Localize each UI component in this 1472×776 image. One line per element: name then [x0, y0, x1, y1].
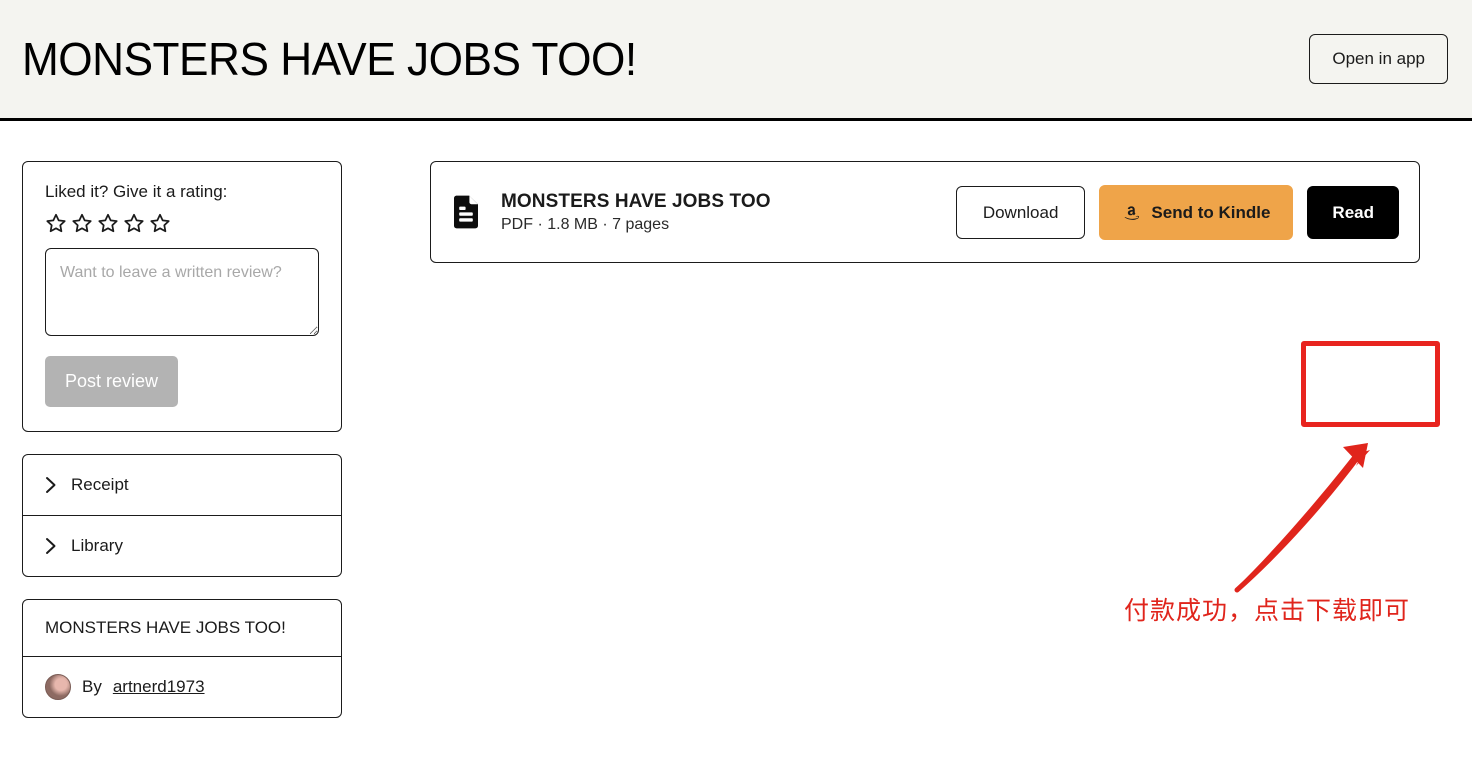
accordion-item-receipt[interactable]: Receipt [23, 455, 341, 515]
file-meta: PDF · 1.8 MB · 7 pages [501, 215, 670, 233]
by-label: By [82, 677, 102, 696]
product-info-card: MONSTERS HAVE JOBS TOO! By artnerd1973 [22, 599, 342, 718]
star-rating[interactable] [45, 212, 319, 234]
accordion-item-label: Library [71, 536, 123, 555]
document-icon [454, 195, 478, 229]
review-textarea[interactable] [45, 248, 319, 336]
page-title: MONSTERS HAVE JOBS TOO! [22, 33, 637, 85]
download-button[interactable]: Download [955, 185, 1086, 239]
accordion-item-label: Receipt [71, 475, 129, 494]
annotation-arrow-icon [1234, 443, 1370, 593]
page-header: MONSTERS HAVE JOBS TOO! Open in app [0, 0, 1472, 121]
page-body: Liked it? Give it a rating: Post review … [0, 121, 1472, 718]
annotation-highlight-box [1301, 341, 1440, 427]
main-content: MONSTERS HAVE JOBS TOO PDF · 1.8 MB · 7 … [342, 161, 1472, 625]
star-icon[interactable] [149, 212, 171, 234]
file-text-block: MONSTERS HAVE JOBS TOO PDF · 1.8 MB · 7 … [501, 191, 771, 234]
star-icon[interactable] [45, 212, 67, 234]
avatar [45, 674, 71, 700]
sidebar: Liked it? Give it a rating: Post review … [22, 161, 342, 718]
star-icon[interactable] [97, 212, 119, 234]
open-in-app-button[interactable]: Open in app [1309, 33, 1448, 85]
chevron-right-icon [46, 477, 56, 493]
file-row: MONSTERS HAVE JOBS TOO PDF · 1.8 MB · 7 … [430, 161, 1420, 263]
send-to-kindle-button[interactable]: Send to Kindle [1099, 184, 1294, 240]
rating-card: Liked it? Give it a rating: Post review [22, 161, 342, 432]
star-icon[interactable] [71, 212, 93, 234]
file-name: MONSTERS HAVE JOBS TOO [501, 190, 771, 212]
send-to-kindle-label: Send to Kindle [1151, 202, 1271, 222]
rating-prompt: Liked it? Give it a rating: [45, 182, 228, 201]
product-info-title: MONSTERS HAVE JOBS TOO! [45, 618, 286, 637]
annotation-note: 付款成功，点击下载即可 [1124, 596, 1411, 625]
read-button[interactable]: Read [1307, 185, 1399, 239]
chevron-right-icon [46, 538, 56, 554]
star-icon[interactable] [123, 212, 145, 234]
accordion-item-library[interactable]: Library [23, 515, 341, 576]
author-row: By artnerd1973 [23, 656, 341, 717]
file-info: MONSTERS HAVE JOBS TOO PDF · 1.8 MB · 7 … [451, 191, 771, 234]
amazon-icon [1125, 205, 1140, 220]
file-actions: Download Send to Kindle Read [955, 184, 1399, 240]
accordion-card: Receipt Library [22, 454, 342, 577]
post-review-button[interactable]: Post review [45, 356, 179, 407]
author-link[interactable]: artnerd1973 [113, 677, 205, 697]
